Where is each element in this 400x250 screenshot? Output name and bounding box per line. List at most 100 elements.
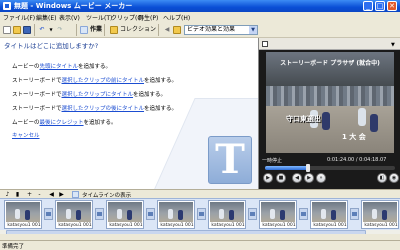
toolbar-separator — [34, 24, 35, 36]
task-text: ムービーの — [12, 64, 40, 70]
playback-time: 0:01:24.00 / 0:04:18.07 — [327, 157, 387, 163]
minimize-button[interactable]: _ — [363, 1, 373, 11]
close-button[interactable]: ✕ — [387, 1, 397, 11]
task-link[interactable]: 選択したクリップの前にタイトル — [62, 78, 145, 84]
previous-frame-button[interactable]: ◀ — [292, 173, 302, 183]
clip-thumbnail — [363, 202, 397, 222]
storyboard-clip[interactable]: katasyou1 001 — [4, 200, 42, 229]
clip-thumbnail — [312, 202, 346, 222]
scene-crowd — [266, 86, 394, 106]
task-text: ストーリーボードで — [12, 106, 62, 112]
storyboard-clip[interactable]: katasyou1 001 — [55, 200, 93, 229]
playback-status-row: 一時停止 0:01:24.00 / 0:04:18.07 — [259, 155, 400, 165]
clip-label: katasyou1 001 — [262, 223, 296, 228]
task-add-title-at-start: ムービーの先頭にタイトルを追加する。 — [12, 62, 111, 70]
menu-file[interactable]: ファイル(F) — [3, 13, 35, 22]
player-figure — [358, 108, 366, 126]
task-link[interactable]: 最後にクレジット — [40, 120, 84, 126]
cancel-link[interactable]: キャンセル — [12, 131, 40, 139]
player-figure — [322, 112, 330, 130]
play-button[interactable]: ▶ — [263, 173, 273, 183]
title-bar: 無題 - Windows ムービー メーカー _ □ ✕ — [0, 0, 400, 12]
chevron-down-icon[interactable]: ▼ — [249, 26, 257, 34]
task-link[interactable]: 選択したクリップの後にタイトル — [62, 106, 145, 112]
split-clip-button[interactable]: ◧ — [377, 173, 387, 183]
app-icon — [3, 2, 11, 10]
play-timeline-icon[interactable]: ▶ — [58, 191, 65, 198]
fast-forward-button[interactable]: » — [316, 173, 326, 183]
storyboard-scrollbar[interactable] — [0, 230, 400, 234]
undo-dropdown-icon[interactable]: ▼ — [47, 26, 55, 34]
task-link[interactable]: 選択したクリップにタイトル — [62, 92, 134, 98]
zoom-in-icon[interactable]: + — [26, 191, 33, 198]
clip-label: katasyou1 001 — [364, 223, 398, 228]
collection-select-value: ビデオ効果と効果 — [187, 26, 236, 33]
redo-icon[interactable]: ↷ — [56, 26, 64, 34]
task-text: を追加する。 — [144, 78, 178, 84]
storyboard-scroll-thumb[interactable] — [6, 230, 366, 234]
clip-label: katasyou1 001 — [211, 223, 245, 228]
save-icon[interactable] — [23, 26, 31, 34]
new-project-icon[interactable] — [3, 26, 11, 34]
transition-slot[interactable] — [44, 208, 53, 220]
task-heading: タイトルはどこに追加しますか? — [4, 42, 99, 50]
collection-select[interactable]: ビデオ効果と効果 ▼ — [184, 25, 258, 35]
transition-slot[interactable] — [350, 208, 359, 220]
seek-thumb[interactable] — [305, 164, 310, 172]
task-link[interactable]: 先頭にタイトル — [40, 64, 79, 70]
clip-label: katasyou1 001 — [109, 223, 143, 228]
timeline-toolbar: ♪ ▮ + - ◀ ▶ タイムラインの表示 — [0, 189, 400, 199]
back-icon[interactable]: ◀ — [163, 26, 171, 34]
timeline-icon[interactable] — [72, 191, 79, 198]
menu-help[interactable]: ヘルプ(H) — [163, 13, 190, 22]
transition-slot[interactable] — [299, 208, 308, 220]
menu-bar: ファイル(F) 編集(E) 表示(V) ツール(T) クリップ(C) 再生(P)… — [0, 12, 400, 22]
folder-icon[interactable] — [173, 26, 181, 34]
toolbar: ↶ ▼ ↷ 作業 コレクション ◀ ビデオ効果と効果 ▼ — [0, 22, 400, 38]
narrate-icon[interactable]: ♪ — [4, 191, 11, 198]
menu-view[interactable]: 表示(V) — [59, 13, 80, 22]
storyboard-clip[interactable]: katasyou1 001 — [259, 200, 297, 229]
task-add-title-after-clip: ストーリーボードで選択したクリップの後にタイトルを追加する。 — [12, 104, 177, 112]
playback-status: 一時停止 — [262, 158, 283, 164]
maximize-button[interactable]: □ — [375, 1, 385, 11]
undo-icon[interactable]: ↶ — [38, 26, 46, 34]
clip-thumbnail — [159, 202, 193, 222]
task-add-credits-at-end: ムービーの最後にクレジットを追加する。 — [12, 118, 117, 126]
storyboard-clip[interactable]: katasyou1 001 — [361, 200, 399, 229]
transition-slot[interactable] — [248, 208, 257, 220]
task-add-title-on-clip: ストーリーボードで選択したクリップにタイトルを追加する。 — [12, 90, 166, 98]
task-text: を追加する。 — [133, 92, 167, 98]
seek-bar[interactable] — [265, 164, 395, 172]
storyboard-clip[interactable]: katasyou1 001 — [208, 200, 246, 229]
menu-play[interactable]: 再生(P) — [138, 13, 158, 22]
transition-slot[interactable] — [197, 208, 206, 220]
clip-label: katasyou1 001 — [58, 223, 92, 228]
snapshot-button[interactable]: ◉ — [389, 173, 399, 183]
storyboard-clip[interactable]: katasyou1 001 — [106, 200, 144, 229]
collections-icon[interactable] — [110, 26, 118, 34]
preview-header: ▼ — [259, 38, 400, 50]
open-folder-icon[interactable] — [13, 26, 21, 34]
clip-thumbnail — [210, 202, 244, 222]
audio-levels-icon[interactable]: ▮ — [14, 191, 21, 198]
storyboard: katasyou1 001 katasyou1 001 katasyou1 00… — [0, 198, 400, 234]
video-text-overlay: 守口東選出 — [286, 115, 321, 123]
storyboard-clip[interactable]: katasyou1 001 — [310, 200, 348, 229]
task-text: ストーリーボードで — [12, 92, 62, 98]
menu-edit[interactable]: 編集(E) — [36, 13, 56, 22]
transition-slot[interactable] — [95, 208, 104, 220]
next-frame-button[interactable]: ▶ — [304, 173, 314, 183]
transition-slot[interactable] — [146, 208, 155, 220]
tasks-button[interactable]: 作業 — [90, 25, 102, 35]
tasks-icon[interactable] — [80, 26, 88, 34]
menu-tools[interactable]: ツール(T) — [86, 13, 112, 22]
zoom-out-icon[interactable]: - — [36, 191, 43, 198]
task-text: を追加する。 — [83, 120, 117, 126]
rewind-icon[interactable]: ◀ — [48, 191, 55, 198]
stop-button[interactable]: ■ — [276, 173, 286, 183]
seek-bar-fill — [265, 166, 308, 170]
collections-button[interactable]: コレクション — [120, 25, 156, 35]
storyboard-clip[interactable]: katasyou1 001 — [157, 200, 195, 229]
chevron-down-icon[interactable]: ▼ — [391, 42, 395, 48]
